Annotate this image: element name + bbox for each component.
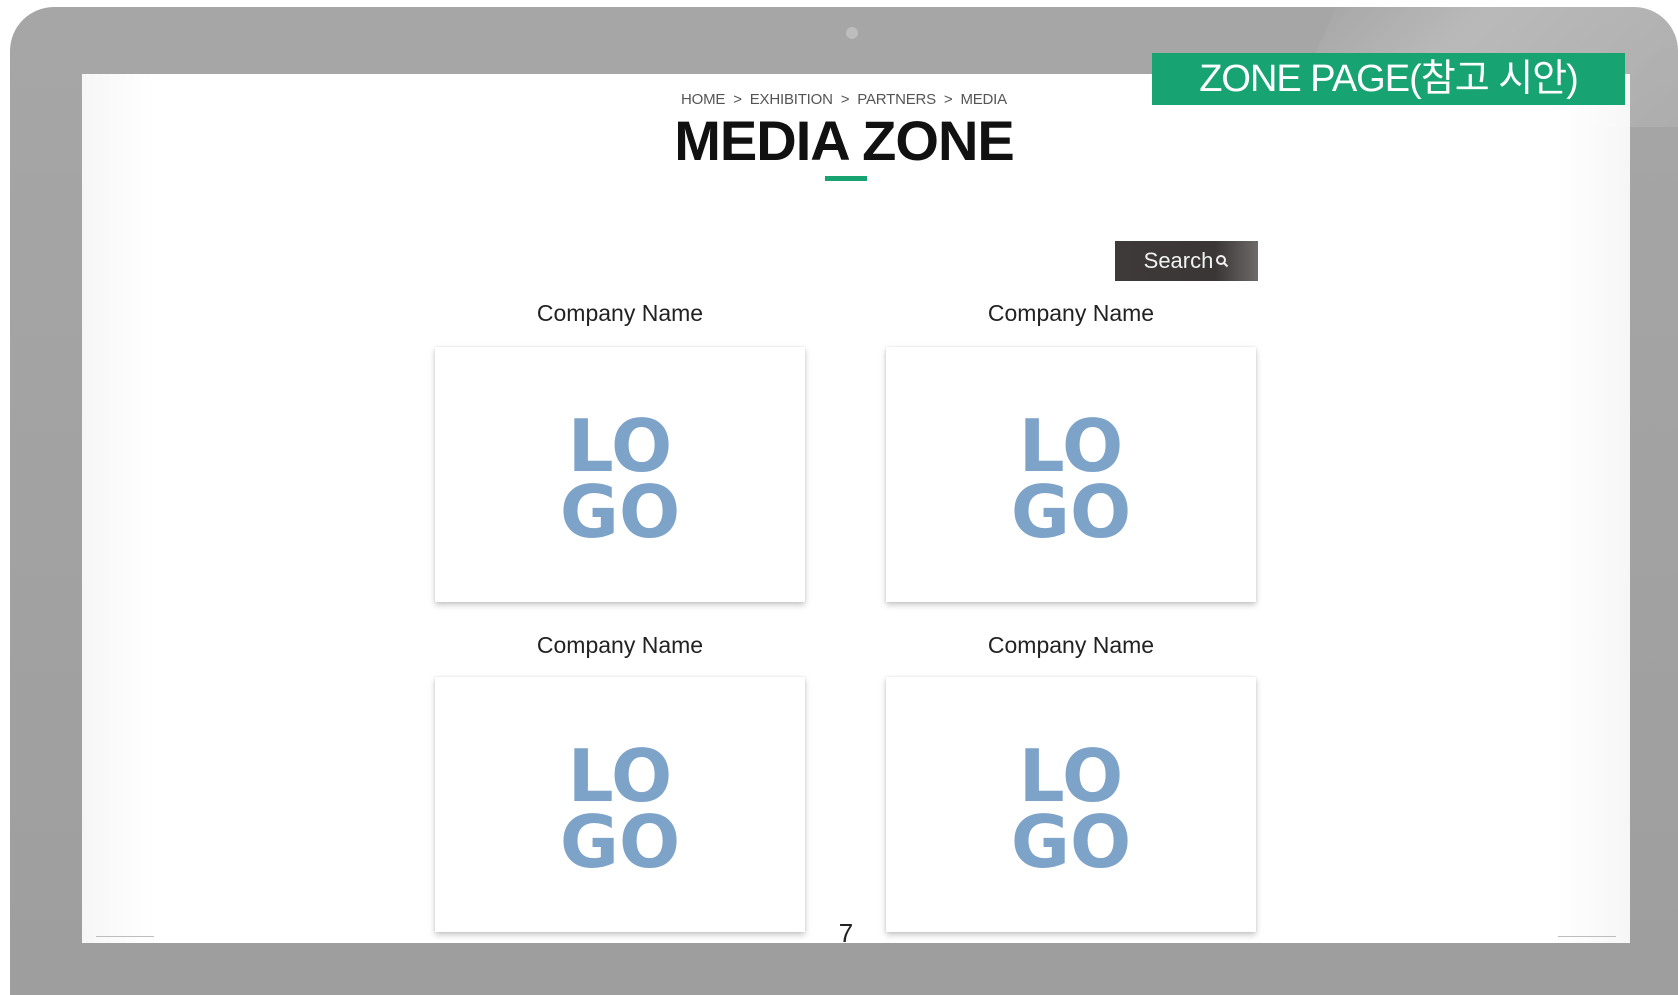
logo-text-line-2: GO xyxy=(1011,800,1131,871)
search-button[interactable]: Search xyxy=(1115,241,1258,281)
breadcrumb-separator: > xyxy=(840,91,850,108)
divider-right xyxy=(1558,936,1616,937)
search-button-label: Search xyxy=(1143,248,1214,273)
screen-shade-left xyxy=(82,74,154,943)
logo-image: LO GO xyxy=(1011,737,1131,871)
zone-page-badge: ZONE PAGE(참고 시안) xyxy=(1152,53,1625,105)
partner-logo-card[interactable]: LO GO xyxy=(886,677,1256,932)
breadcrumb-item-media[interactable]: MEDIA xyxy=(960,91,1007,108)
partner-logo-card[interactable]: LO GO xyxy=(886,347,1256,602)
company-name: Company Name xyxy=(987,632,1155,658)
breadcrumb-item-home[interactable]: HOME xyxy=(681,91,725,108)
title-underline xyxy=(825,176,867,181)
page-title: MEDIA ZONE xyxy=(674,109,1014,172)
page-number: 7 xyxy=(838,918,854,948)
breadcrumb: HOME > EXHIBITION > PARTNERS > MEDIA xyxy=(594,91,1094,108)
logo-image: LO GO xyxy=(560,737,680,871)
logo-text-line-2: GO xyxy=(560,800,680,871)
company-name: Company Name xyxy=(536,300,704,326)
partner-logo-card[interactable]: LO GO xyxy=(435,677,805,932)
divider-left xyxy=(96,936,154,937)
search-icon xyxy=(1215,241,1229,281)
breadcrumb-item-partners[interactable]: PARTNERS xyxy=(857,91,936,108)
company-name: Company Name xyxy=(536,632,704,658)
screen-shade-right xyxy=(1558,74,1630,943)
camera-dot xyxy=(846,27,858,39)
breadcrumb-item-exhibition[interactable]: EXHIBITION xyxy=(750,91,833,108)
breadcrumb-separator: > xyxy=(733,91,742,108)
company-name: Company Name xyxy=(987,300,1155,326)
logo-image: LO GO xyxy=(560,407,680,541)
partner-logo-card[interactable]: LO GO xyxy=(435,347,805,602)
logo-text-line-2: GO xyxy=(560,470,680,541)
logo-text-line-2: GO xyxy=(1011,470,1131,541)
logo-image: LO GO xyxy=(1011,407,1131,541)
screen xyxy=(82,74,1630,943)
breadcrumb-separator: > xyxy=(943,91,953,108)
